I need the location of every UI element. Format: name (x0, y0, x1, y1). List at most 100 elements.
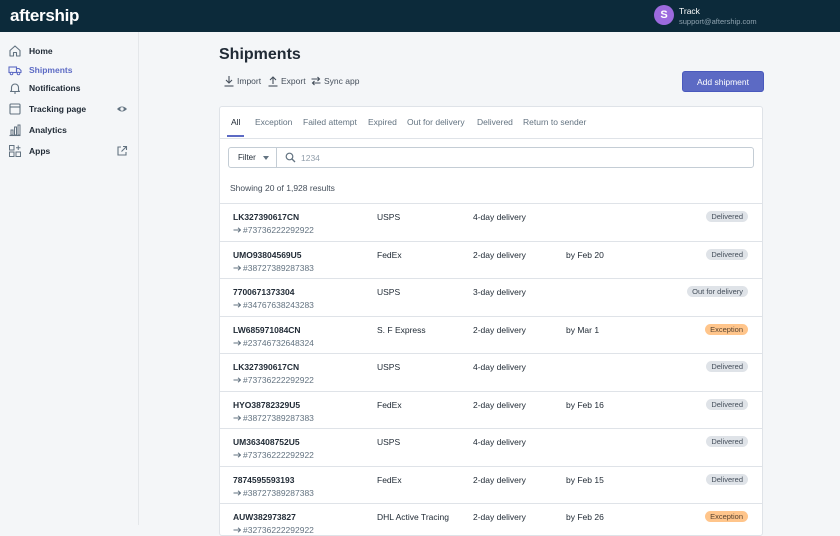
sidebar-item-shipments[interactable]: Shipments (0, 62, 138, 80)
delivery-service: 3-day delivery (473, 287, 526, 297)
estimated-delivery: by Mar 1 (566, 325, 600, 335)
delivery-service: 4-day delivery (473, 212, 526, 222)
estimated-delivery: by Feb 15 (566, 475, 604, 485)
shipment-row[interactable]: AUW382973827 #32736222292922 DHL Active Tr… (220, 503, 762, 535)
tracking-number[interactable]: HYO38782329U5 (233, 400, 300, 410)
carrier-name: S. F Express (377, 325, 426, 335)
sidebar-item-label: Tracking page (29, 104, 87, 114)
tab-out-for-delivery[interactable]: Out for delivery (407, 117, 465, 127)
filter-bar: Filter (228, 147, 754, 168)
tab-all[interactable]: All (231, 117, 240, 127)
tracking-number[interactable]: AUW382973827 (233, 512, 296, 522)
aftership-logo[interactable]: aftership (10, 6, 79, 26)
status-badge: Delivered (706, 399, 748, 410)
tracking-number[interactable]: LW685971084CN (233, 325, 301, 335)
delivery-service: 4-day delivery (473, 437, 526, 447)
carrier-name: FedEx (377, 250, 402, 260)
import-label: Import (237, 76, 262, 86)
sidebar-item-label: Analytics (29, 125, 67, 135)
export-icon (268, 76, 278, 87)
sidebar: Home Shipments Notifications Tracking pa… (0, 32, 139, 525)
order-number-text: #38727389287383 (243, 488, 314, 498)
order-number: #38727389287383 (233, 488, 314, 498)
carrier-name: USPS (377, 212, 401, 222)
delivery-service: 4-day delivery (473, 362, 526, 372)
external-link-icon[interactable] (116, 145, 128, 157)
tracking-number[interactable]: 7700671373304 (233, 287, 294, 297)
export-button[interactable]: Export (267, 75, 307, 89)
shipments-card: All Exception Failed attempt Expired Out… (219, 106, 763, 536)
export-label: Export (281, 76, 306, 86)
link-icon (233, 265, 241, 271)
carrier-name: USPS (377, 287, 401, 297)
carrier-name: FedEx (377, 400, 402, 410)
shipment-row[interactable]: UMO93804569U5 #38727389287383 FedEx 2-day d… (220, 241, 762, 278)
order-number: #32736222292922 (233, 525, 314, 535)
tracking-number[interactable]: UM363408752U5 (233, 437, 300, 447)
tab-return-to-sender[interactable]: Return to sender (523, 117, 586, 127)
tab-expired[interactable]: Expired (368, 117, 397, 127)
results-count: Showing 20 of 1,928 results (230, 183, 335, 193)
sync-app-button[interactable]: Sync app (310, 75, 362, 89)
filter-label: Filter (238, 153, 256, 162)
caret-down-icon (263, 156, 269, 160)
delivery-service: 2-day delivery (473, 400, 526, 410)
tracking-number[interactable]: UMO93804569U5 (233, 250, 302, 260)
shipment-row[interactable]: 7874595593193 #38727389287383 FedEx 2-day d… (220, 466, 762, 503)
status-badge: Delivered (706, 211, 748, 222)
shipment-row[interactable]: HYO38782329U5 #38727389287383 FedEx 2-day d… (220, 391, 762, 428)
delivery-service: 2-day delivery (473, 325, 526, 335)
active-tab-indicator (227, 135, 244, 137)
truck-icon (8, 66, 22, 76)
tracking-number[interactable]: 7874595593193 (233, 475, 294, 485)
import-button[interactable]: Import (223, 75, 265, 89)
shipment-row[interactable]: LW685971084CN #23746732648324 S. F Express… (220, 316, 762, 353)
shipment-row[interactable]: LK327390617CN #73736222292922 USPS 4-day de… (220, 203, 762, 240)
add-shipment-button[interactable]: Add shipment (682, 71, 764, 92)
search-icon (285, 152, 296, 163)
carrier-name: FedEx (377, 475, 402, 485)
user-name: Track (679, 6, 700, 16)
eye-icon[interactable] (116, 103, 128, 115)
order-number: #73736222292922 (233, 375, 314, 385)
tab-failed-attempt[interactable]: Failed attempt (303, 117, 357, 127)
tracking-number[interactable]: LK327390617CN (233, 362, 299, 372)
shipment-row[interactable]: 7700671373304 #34767638243283 USPS 3-day de… (220, 278, 762, 315)
tracking-number[interactable]: LK327390617CN (233, 212, 299, 222)
shipment-row[interactable]: LK327390617CN #73736222292922 USPS 4-day de… (220, 353, 762, 390)
link-icon (233, 527, 241, 533)
avatar[interactable]: S (654, 5, 674, 25)
sidebar-item-notifications[interactable]: Notifications (0, 80, 138, 98)
page-title: Shipments (219, 46, 301, 63)
link-icon (233, 340, 241, 346)
status-badge: Delivered (706, 474, 748, 485)
status-badge: Delivered (706, 361, 748, 372)
bar-chart-icon (9, 124, 21, 137)
apps-icon (9, 145, 21, 157)
estimated-delivery: by Feb 20 (566, 250, 604, 260)
status-tabs: All Exception Failed attempt Expired Out… (220, 107, 762, 139)
tab-delivered[interactable]: Delivered (477, 117, 513, 127)
sidebar-item-label: Shipments (29, 65, 73, 75)
tab-exception[interactable]: Exception (255, 117, 292, 127)
order-number: #73736222292922 (233, 225, 314, 235)
order-number: #23746732648324 (233, 338, 314, 348)
import-icon (224, 76, 234, 87)
top-bar: aftership S Track support@aftership.com (0, 0, 840, 32)
sidebar-item-apps[interactable]: Apps (0, 143, 138, 161)
order-number-text: #23746732648324 (243, 338, 314, 348)
carrier-name: USPS (377, 362, 401, 372)
sidebar-item-label: Home (29, 46, 53, 56)
delivery-service: 2-day delivery (473, 475, 526, 485)
search-input[interactable] (301, 150, 741, 165)
carrier-name: USPS (377, 437, 401, 447)
shipment-row[interactable]: UM363408752U5 #73736222292922 USPS 4-day de… (220, 428, 762, 465)
sidebar-item-tracking-page[interactable]: Tracking page (0, 101, 138, 119)
status-badge: Exception (705, 324, 748, 335)
sidebar-item-analytics[interactable]: Analytics (0, 122, 138, 140)
order-number-text: #73736222292922 (243, 375, 314, 385)
filter-dropdown[interactable]: Filter (229, 148, 277, 167)
order-number-text: #38727389287383 (243, 263, 314, 273)
link-icon (233, 415, 241, 421)
sidebar-item-home[interactable]: Home (0, 43, 138, 61)
